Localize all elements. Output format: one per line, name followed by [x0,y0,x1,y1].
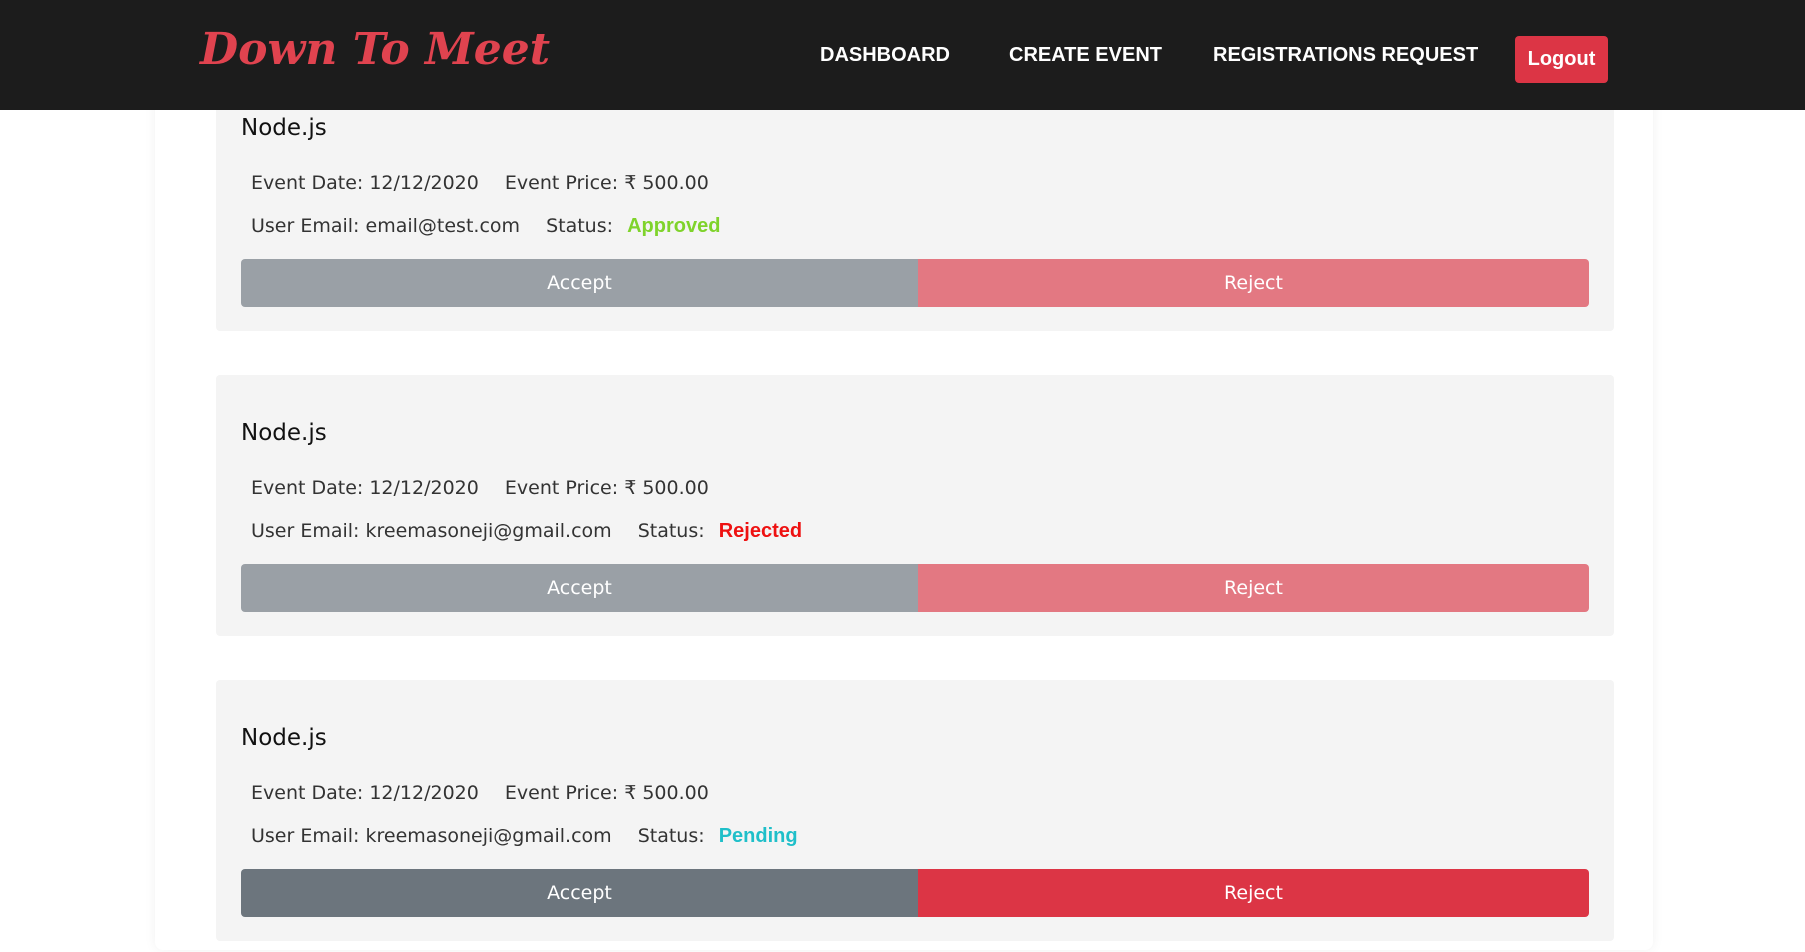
event-info-line: Event Date: 12/12/2020 Event Price: ₹ 50… [251,172,709,194]
event-title: Node.js [241,420,327,446]
brand-logo[interactable]: Down To Meet [200,24,550,75]
status-label: Status: [546,215,614,237]
reject-button[interactable]: Reject [918,564,1589,612]
status-badge: Approved [627,215,721,237]
user-email: email@test.com [365,215,521,237]
status-badge: Rejected [718,520,803,542]
user-info-line: User Email: kreemasoneji@gmail.com Statu… [251,520,802,543]
user-info-line: User Email: email@test.com Status: Appro… [251,215,720,238]
event-date-label: Event Date: [251,477,364,499]
nav-link-registrations-request[interactable]: REGISTRATIONS REQUEST [1213,44,1478,67]
accept-button[interactable]: Accept [241,869,918,917]
reject-button[interactable]: Reject [918,259,1589,307]
action-buttons: Accept Reject [241,869,1589,917]
accept-button[interactable]: Accept [241,564,918,612]
user-email: kreemasoneji@gmail.com [365,520,612,542]
status-label: Status: [637,825,705,847]
user-email-label: User Email: [251,825,360,847]
user-email-label: User Email: [251,520,360,542]
navbar: Down To Meet DASHBOARD CREATE EVENT REGI… [0,0,1805,110]
event-title: Node.js [241,115,327,141]
event-date: 12/12/2020 [369,477,479,499]
event-date-label: Event Date: [251,172,364,194]
nav-link-create-event[interactable]: CREATE EVENT [1009,44,1162,67]
event-info-line: Event Date: 12/12/2020 Event Price: ₹ 50… [251,782,709,804]
user-info-line: User Email: kreemasoneji@gmail.com Statu… [251,825,798,848]
nav-link-dashboard[interactable]: DASHBOARD [820,44,950,67]
event-title: Node.js [241,725,327,751]
event-date-label: Event Date: [251,782,364,804]
request-card: Node.js Event Date: 12/12/2020 Event Pri… [216,375,1614,636]
event-price-label: Event Price: [504,172,619,194]
event-date: 12/12/2020 [369,172,479,194]
action-buttons: Accept Reject [241,564,1589,612]
event-info-line: Event Date: 12/12/2020 Event Price: ₹ 50… [251,477,709,499]
event-price: ₹ 500.00 [624,477,709,499]
logout-button[interactable]: Logout [1515,36,1608,83]
user-email-label: User Email: [251,215,360,237]
status-label: Status: [637,520,705,542]
request-card: Node.js Event Date: 12/12/2020 Event Pri… [216,680,1614,941]
accept-button[interactable]: Accept [241,259,918,307]
event-price-label: Event Price: [504,782,619,804]
event-price: ₹ 500.00 [624,782,709,804]
user-email: kreemasoneji@gmail.com [365,825,612,847]
event-price-label: Event Price: [504,477,619,499]
action-buttons: Accept Reject [241,259,1589,307]
reject-button[interactable]: Reject [918,869,1589,917]
event-price: ₹ 500.00 [624,172,709,194]
status-badge: Pending [718,825,798,847]
event-date: 12/12/2020 [369,782,479,804]
